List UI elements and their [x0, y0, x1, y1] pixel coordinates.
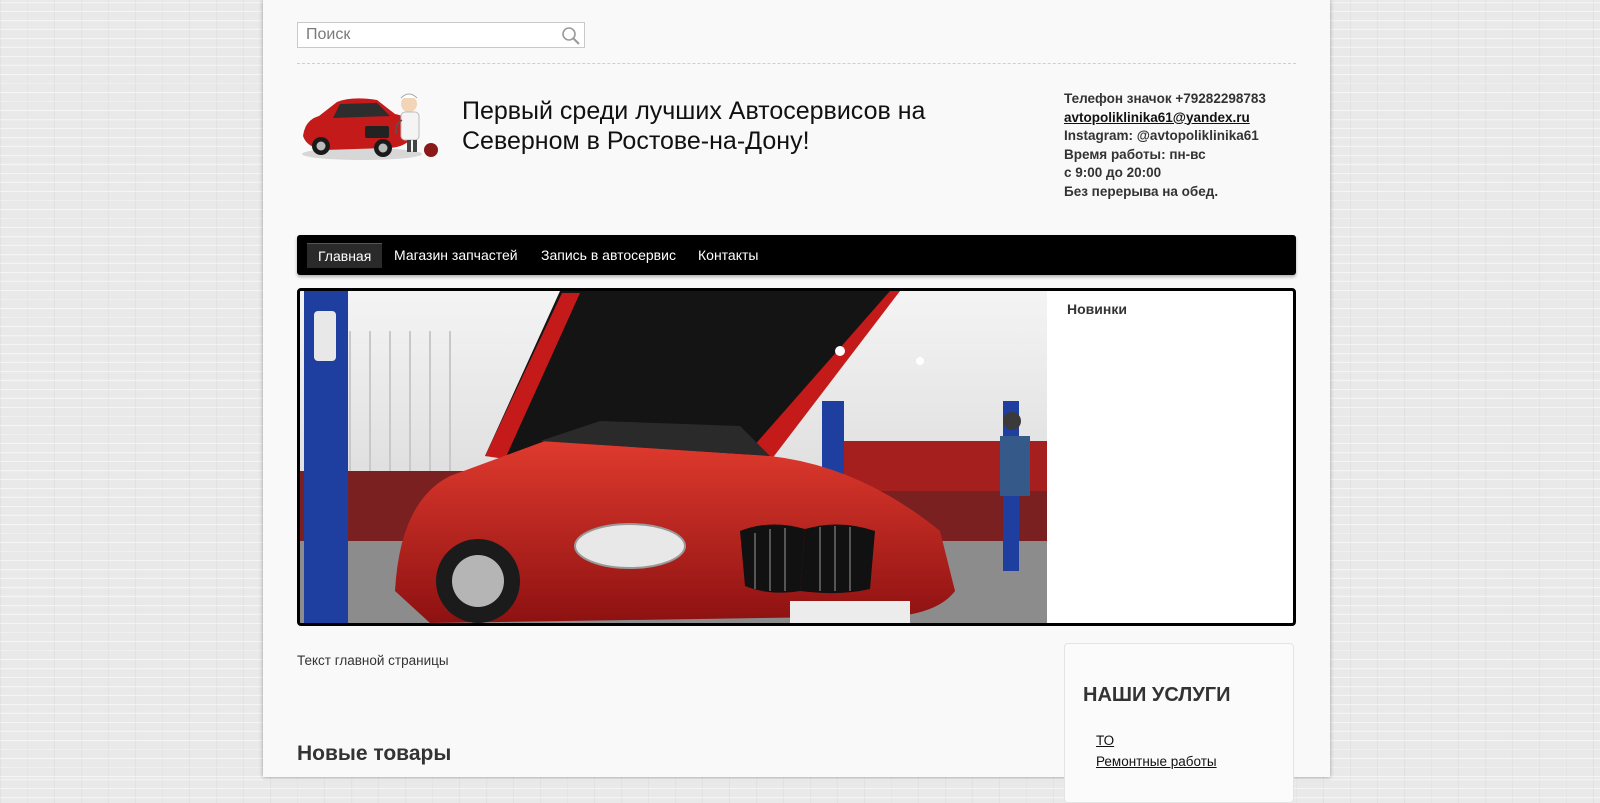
site-headline: Первый среди лучших Автосервисов на Севе…: [462, 97, 926, 155]
main-nav: Главная Магазин запчастей Запись в автос…: [297, 235, 1296, 275]
nav-item-service-booking[interactable]: Запись в автосервис: [530, 243, 687, 267]
nav-item-parts-shop[interactable]: Магазин запчастей: [383, 243, 529, 267]
nav-item-home[interactable]: Главная: [307, 243, 383, 268]
intro-text: Текст главной страницы: [297, 653, 449, 668]
search-input[interactable]: [306, 26, 546, 44]
break-text: Без перерыва на обед.: [1064, 183, 1219, 199]
page-container: Первый среди лучших Автосервисов на Севе…: [263, 0, 1330, 803]
hours-label: Время работы: пн-вс: [1064, 146, 1206, 162]
hours-text: с 9:00 до 20:00: [1064, 165, 1162, 180]
service-link-to[interactable]: ТО: [1096, 733, 1114, 748]
list-item: Ремонтные работы: [1096, 751, 1217, 772]
service-link-repair[interactable]: Ремонтные работы: [1096, 754, 1217, 769]
services-title: НАШИ УСЛУГИ: [1083, 684, 1231, 706]
phone-text: Телефон значок +79282298783: [1064, 91, 1266, 106]
logo-image[interactable]: [297, 90, 443, 164]
nav-item-contacts[interactable]: Контакты: [687, 243, 769, 267]
news-title: Новинки: [1067, 301, 1127, 317]
services-list: ТО Ремонтные работы: [1096, 730, 1217, 772]
search-box: [297, 22, 585, 48]
search-icon[interactable]: [560, 25, 582, 47]
instagram-text: Instagram: @avtopoliklinika61: [1064, 128, 1259, 143]
email-link[interactable]: avtopoliklinika61@yandex.ru: [1064, 109, 1304, 128]
header-divider: [297, 63, 1296, 64]
new-goods-heading: Новые товары: [297, 742, 452, 765]
services-panel: НАШИ УСЛУГИ ТО Ремонтные работы: [1064, 643, 1294, 803]
contact-info: Телефон значок +79282298783 avtopoliklin…: [1064, 90, 1304, 201]
list-item: ТО: [1096, 730, 1217, 751]
hero-slider: Новинки: [297, 288, 1296, 626]
hero-image[interactable]: [300, 291, 1047, 623]
